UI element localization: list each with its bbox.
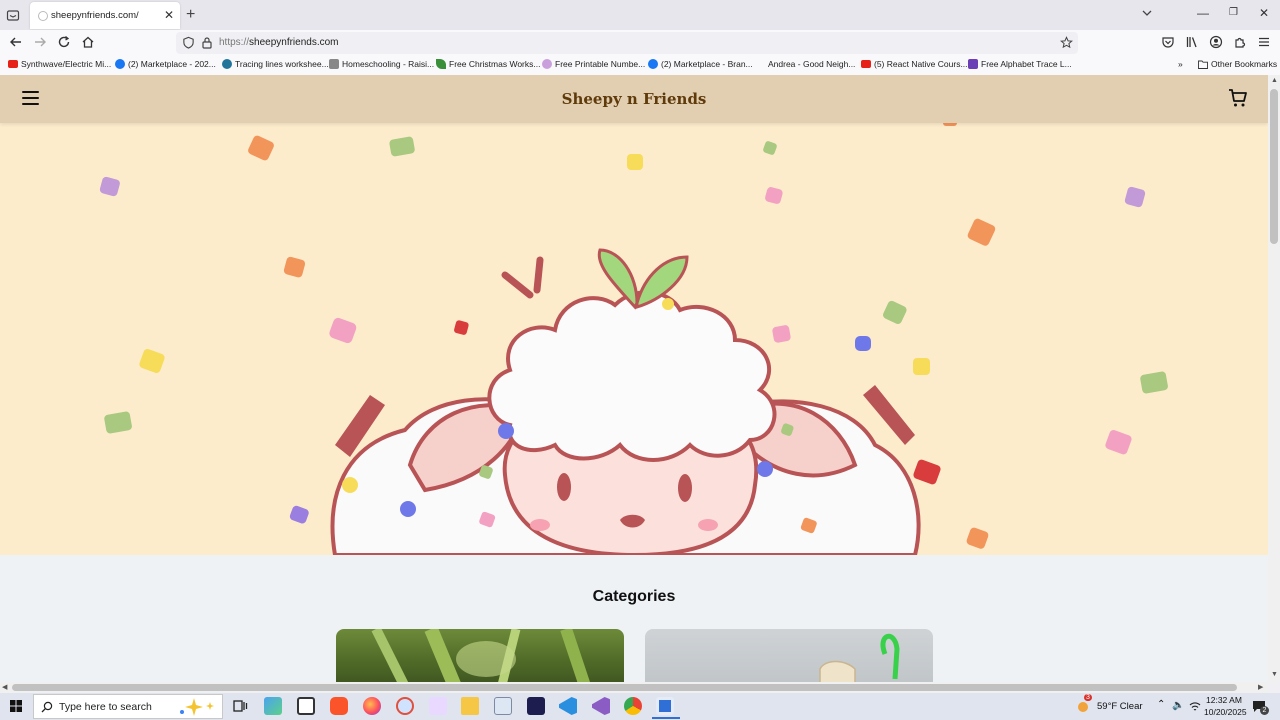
horizontal-scrollbar-thumb[interactable]	[12, 684, 1237, 691]
scroll-down-icon[interactable]: ▼	[1271, 671, 1278, 678]
shield-icon[interactable]	[182, 36, 195, 49]
wifi-icon[interactable]	[1189, 701, 1201, 712]
scroll-right-icon[interactable]: ▶	[1258, 683, 1263, 691]
category-card[interactable]	[645, 629, 933, 682]
site-icon	[329, 59, 339, 69]
bookmark-item[interactable]: Free Alphabet Trace L...	[968, 59, 1072, 69]
taskbar-search-box[interactable]: Type here to search	[33, 694, 223, 719]
windows-start-icon[interactable]	[10, 700, 22, 712]
star-bookmark-icon[interactable]	[1060, 36, 1073, 49]
search-icon	[41, 701, 53, 713]
site-header: Sheepy n Friends	[0, 75, 1268, 123]
reload-icon[interactable]	[57, 35, 71, 49]
bookmark-item[interactable]: Homeschooling - Raisi...	[329, 59, 434, 69]
clock-time[interactable]: 12:32 AM	[1206, 695, 1242, 705]
bookmark-item[interactable]: (2) Marketplace - 202...	[115, 59, 216, 69]
category-image	[819, 634, 900, 682]
extensions-icon[interactable]	[1233, 35, 1247, 49]
task-view-icon[interactable]	[231, 697, 249, 715]
site-icon	[968, 59, 978, 69]
scroll-up-icon[interactable]: ▲	[1271, 77, 1278, 84]
visual-studio-icon[interactable]	[592, 697, 610, 715]
menu-icon[interactable]	[1257, 35, 1271, 49]
new-tab-button[interactable]: +	[186, 6, 195, 24]
notification-count-badge: 2	[1260, 706, 1269, 715]
restore-button[interactable]: ❐	[1229, 7, 1238, 18]
url-text[interactable]: https://sheepynfriends.com	[219, 37, 339, 48]
sheep-mascot-illustration	[330, 248, 921, 555]
active-tab[interactable]: sheepynfriends.com/ ✕	[30, 2, 180, 29]
vscode-icon[interactable]	[559, 697, 577, 715]
scroll-left-icon[interactable]: ◀	[2, 683, 7, 691]
youtube-icon	[8, 60, 18, 68]
tab-list-icon[interactable]	[6, 8, 20, 22]
news-app-icon[interactable]	[297, 697, 315, 715]
categories-heading: Categories	[592, 588, 676, 605]
folder-icon	[1198, 60, 1208, 69]
windows-taskbar: Type here to search 3 59°F Clear ⌃ 🔈 12:…	[0, 693, 1280, 720]
vertical-scrollbar[interactable]: ▲ ▼	[1268, 75, 1280, 682]
chevron-down-icon[interactable]	[1141, 7, 1153, 19]
navigation-toolbar: https://sheepynfriends.com	[0, 30, 1280, 56]
firefox-icon[interactable]	[363, 697, 381, 715]
paint-app-icon[interactable]	[429, 697, 447, 715]
bookmark-item[interactable]: Synthwave/Electric Mi...	[8, 59, 111, 69]
wordpress-icon	[222, 59, 232, 69]
notepad-icon[interactable]	[494, 697, 512, 715]
weather-icon[interactable]	[1075, 699, 1091, 713]
lock-icon[interactable]	[201, 36, 213, 49]
facebook-icon	[115, 59, 125, 69]
vertical-scrollbar-thumb[interactable]	[1270, 89, 1278, 244]
facebook-icon	[648, 59, 658, 69]
library-icon[interactable]	[1185, 35, 1199, 49]
category-card[interactable]	[336, 629, 624, 682]
bookmark-item[interactable]: Free Printable Numbe...	[542, 59, 645, 69]
page-favicon-icon	[38, 11, 48, 21]
chrome-icon[interactable]	[624, 697, 642, 715]
brave-browser-icon[interactable]	[330, 697, 348, 715]
category-image	[371, 629, 590, 682]
clock-date[interactable]: 10/20/2025	[1204, 707, 1247, 717]
page-viewport: Sheepy n Friends Categories	[0, 75, 1268, 682]
tab-title: sheepynfriends.com/	[51, 10, 139, 21]
speaker-icon[interactable]: 🔈	[1172, 700, 1184, 711]
jetbrains-icon[interactable]	[527, 697, 545, 715]
hero-banner	[0, 123, 1268, 555]
bookmark-item[interactable]: Tracing lines workshee...	[222, 59, 329, 69]
back-arrow-icon[interactable]	[9, 35, 23, 49]
forward-arrow-icon[interactable]	[33, 35, 47, 49]
horizontal-scrollbar[interactable]: ◀ ▶	[0, 682, 1268, 693]
copilot-app-icon[interactable]	[264, 697, 282, 715]
close-tab-icon[interactable]: ✕	[164, 8, 174, 22]
circle-icon	[542, 59, 552, 69]
address-bar[interactable]: https://sheepynfriends.com	[176, 32, 1078, 54]
home-icon[interactable]	[81, 35, 95, 49]
pocket-icon[interactable]	[1161, 35, 1175, 49]
shopping-cart-icon[interactable]	[1228, 88, 1248, 108]
active-app-indicator	[652, 717, 680, 719]
other-bookmarks[interactable]: Other Bookmarks	[1198, 59, 1277, 69]
bookmark-item[interactable]: (2) Marketplace - Bran...	[648, 59, 753, 69]
weather-text[interactable]: 59°F Clear	[1097, 701, 1143, 712]
bookmark-item[interactable]: Andrea - Good Neigh...	[755, 59, 855, 69]
bookmarks-toolbar: Synthwave/Electric Mi... (2) Marketplace…	[0, 56, 1280, 75]
snipping-tool-icon[interactable]	[396, 697, 414, 715]
bookmark-item[interactable]: (5) React Native Cours...	[861, 59, 968, 69]
close-window-button[interactable]: ✕	[1259, 6, 1269, 20]
site-title[interactable]: Sheepy n Friends	[0, 90, 1268, 108]
active-app-icon[interactable]	[656, 697, 674, 715]
leaf-icon	[436, 59, 446, 69]
weather-alert-badge: 3	[1084, 694, 1092, 701]
search-placeholder: Type here to search	[59, 701, 152, 713]
tab-strip: sheepynfriends.com/ ✕ + — ❐ ✕	[0, 0, 1280, 30]
account-icon[interactable]	[1209, 35, 1223, 49]
sparkle-icon	[180, 698, 214, 716]
blank-icon	[755, 59, 765, 69]
bookmark-item[interactable]: Free Christmas Works...	[436, 59, 540, 69]
bookmarks-overflow-icon[interactable]: »	[1178, 59, 1183, 69]
file-explorer-icon[interactable]	[461, 697, 479, 715]
chevron-up-icon[interactable]: ⌃	[1157, 699, 1165, 710]
minimize-button[interactable]: —	[1197, 6, 1209, 20]
youtube-icon	[861, 60, 871, 68]
